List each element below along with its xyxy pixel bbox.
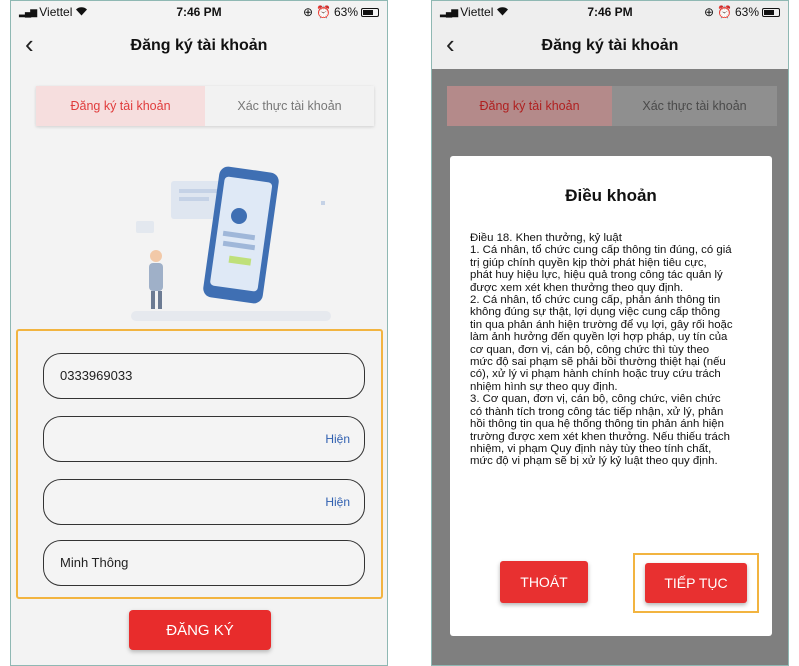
nav-bar: ‹ Đăng ký tài khoản: [11, 23, 387, 67]
page-title: Đăng ký tài khoản: [130, 37, 268, 54]
alarm-icon: ⏰: [717, 5, 732, 19]
full-name-field[interactable]: Minh Thông: [43, 540, 365, 586]
tab-register[interactable]: Đăng ký tài khoản: [36, 86, 205, 126]
phone-value: 0333969033: [60, 368, 133, 383]
terms-line: làm ảnh hưởng đến quyền lợi hợp pháp, uy…: [470, 331, 728, 344]
tab-switcher: Đăng ký tài khoản Xác thực tài khoản: [36, 86, 374, 126]
tab-switcher: Đăng ký tài khoản Xác thực tài khoản: [447, 86, 777, 126]
terms-line: hồi thông tin qua hệ thống thông tin phả…: [470, 418, 724, 431]
terms-line: phát huy hiệu lực, hiệu quả trong công t…: [470, 269, 723, 282]
alarm-icon: ⏰: [316, 5, 331, 19]
page-title: Đăng ký tài khoản: [541, 37, 679, 54]
battery-icon: [361, 7, 379, 17]
status-bar: ▂▄▆ Viettel 7:46 PM ⊕ ⏰ 63%: [11, 1, 387, 23]
terms-line: nhiệm, vi phạm Quy định này tùy theo tín…: [470, 442, 712, 455]
tab-verify[interactable]: Xác thực tài khoản: [612, 86, 777, 126]
terms-line: trường được xem xét khen thưởng. Nếu thi…: [470, 430, 730, 443]
terms-line: tin qua phản ánh hiện trường để vụ lợi, …: [470, 318, 733, 331]
confirm-password-field[interactable]: Hiện: [43, 479, 365, 525]
lock-rotation-icon: ⊕: [302, 5, 314, 19]
continue-button[interactable]: TIẾP TỤC: [645, 563, 747, 603]
terms-line: mức độ sai phạm sẽ phải bồi thường thiệt…: [470, 356, 726, 369]
lock-rotation-icon: ⊕: [703, 5, 715, 19]
phone-field[interactable]: 0333969033: [43, 353, 365, 399]
full-name-value: Minh Thông: [60, 555, 129, 570]
status-bar: ▂▄▆ Viettel 7:46 PM ⊕ ⏰ 63%: [432, 1, 788, 23]
tab-verify[interactable]: Xác thực tài khoản: [205, 86, 374, 126]
phone-illustration-icon: [131, 166, 331, 321]
battery-percent: 63%: [734, 5, 759, 19]
battery-percent: 63%: [333, 5, 358, 19]
terms-text: Điều 18. Khen thưởng, kỷ luật 1. Cá nhân…: [470, 232, 756, 468]
terms-line: có), xử lý vi phạm hành chính hoặc truy …: [470, 368, 721, 381]
terms-line: trị giúp chính quyền kịp thời phát hiện …: [470, 256, 707, 269]
register-screen: ▂▄▆ Viettel 7:46 PM ⊕ ⏰ 63% ‹ Đăng ký tà…: [10, 0, 388, 666]
terms-line: có thành tích trong công tác tiếp nhận, …: [470, 405, 724, 418]
terms-screen: ▂▄▆ Viettel 7:46 PM ⊕ ⏰ 63% ‹ Đăng ký tà…: [431, 0, 789, 666]
battery-icon: [762, 7, 780, 17]
form-highlight: 0333969033 Hiện Hiện Minh Thông: [16, 329, 383, 599]
terms-line: Điều 18. Khen thưởng, kỷ luật: [470, 232, 622, 244]
terms-line: 3. Cơ quan, đơn vị, cán bộ, công chức, v…: [470, 393, 721, 406]
terms-line: không đúng sự thật, lợi dụng việc cung c…: [470, 306, 721, 319]
tab-register[interactable]: Đăng ký tài khoản: [447, 86, 612, 126]
modal-title: Điều khoản: [565, 186, 657, 205]
terms-modal: Điều khoản Điều 18. Khen thưởng, kỷ luật…: [450, 156, 772, 636]
nav-bar: ‹ Đăng ký tài khoản: [432, 23, 788, 67]
terms-line: 1. Cá nhân, tổ chức cung cấp thông tin đ…: [470, 244, 732, 257]
show-confirm-toggle[interactable]: Hiện: [325, 495, 350, 509]
terms-line: nhiệm hình sự theo quy định.: [470, 380, 618, 393]
terms-line: được xem xét khen thưởng theo quy định.: [470, 281, 684, 294]
register-button[interactable]: ĐĂNG KÝ: [129, 610, 271, 650]
terms-line: cơ quan, đơn vị, cán bộ, công chức thì t…: [470, 343, 710, 356]
exit-button[interactable]: THOÁT: [500, 561, 588, 603]
show-password-toggle[interactable]: Hiện: [325, 432, 350, 446]
terms-line: mức độ vi phạm sẽ bị xử lý kỷ luật theo …: [470, 455, 718, 468]
password-field[interactable]: Hiện: [43, 416, 365, 462]
continue-highlight: TIẾP TỤC: [633, 553, 759, 613]
terms-line: 2. Cá nhân, tổ chức cung cấp, phản ánh t…: [470, 294, 721, 307]
